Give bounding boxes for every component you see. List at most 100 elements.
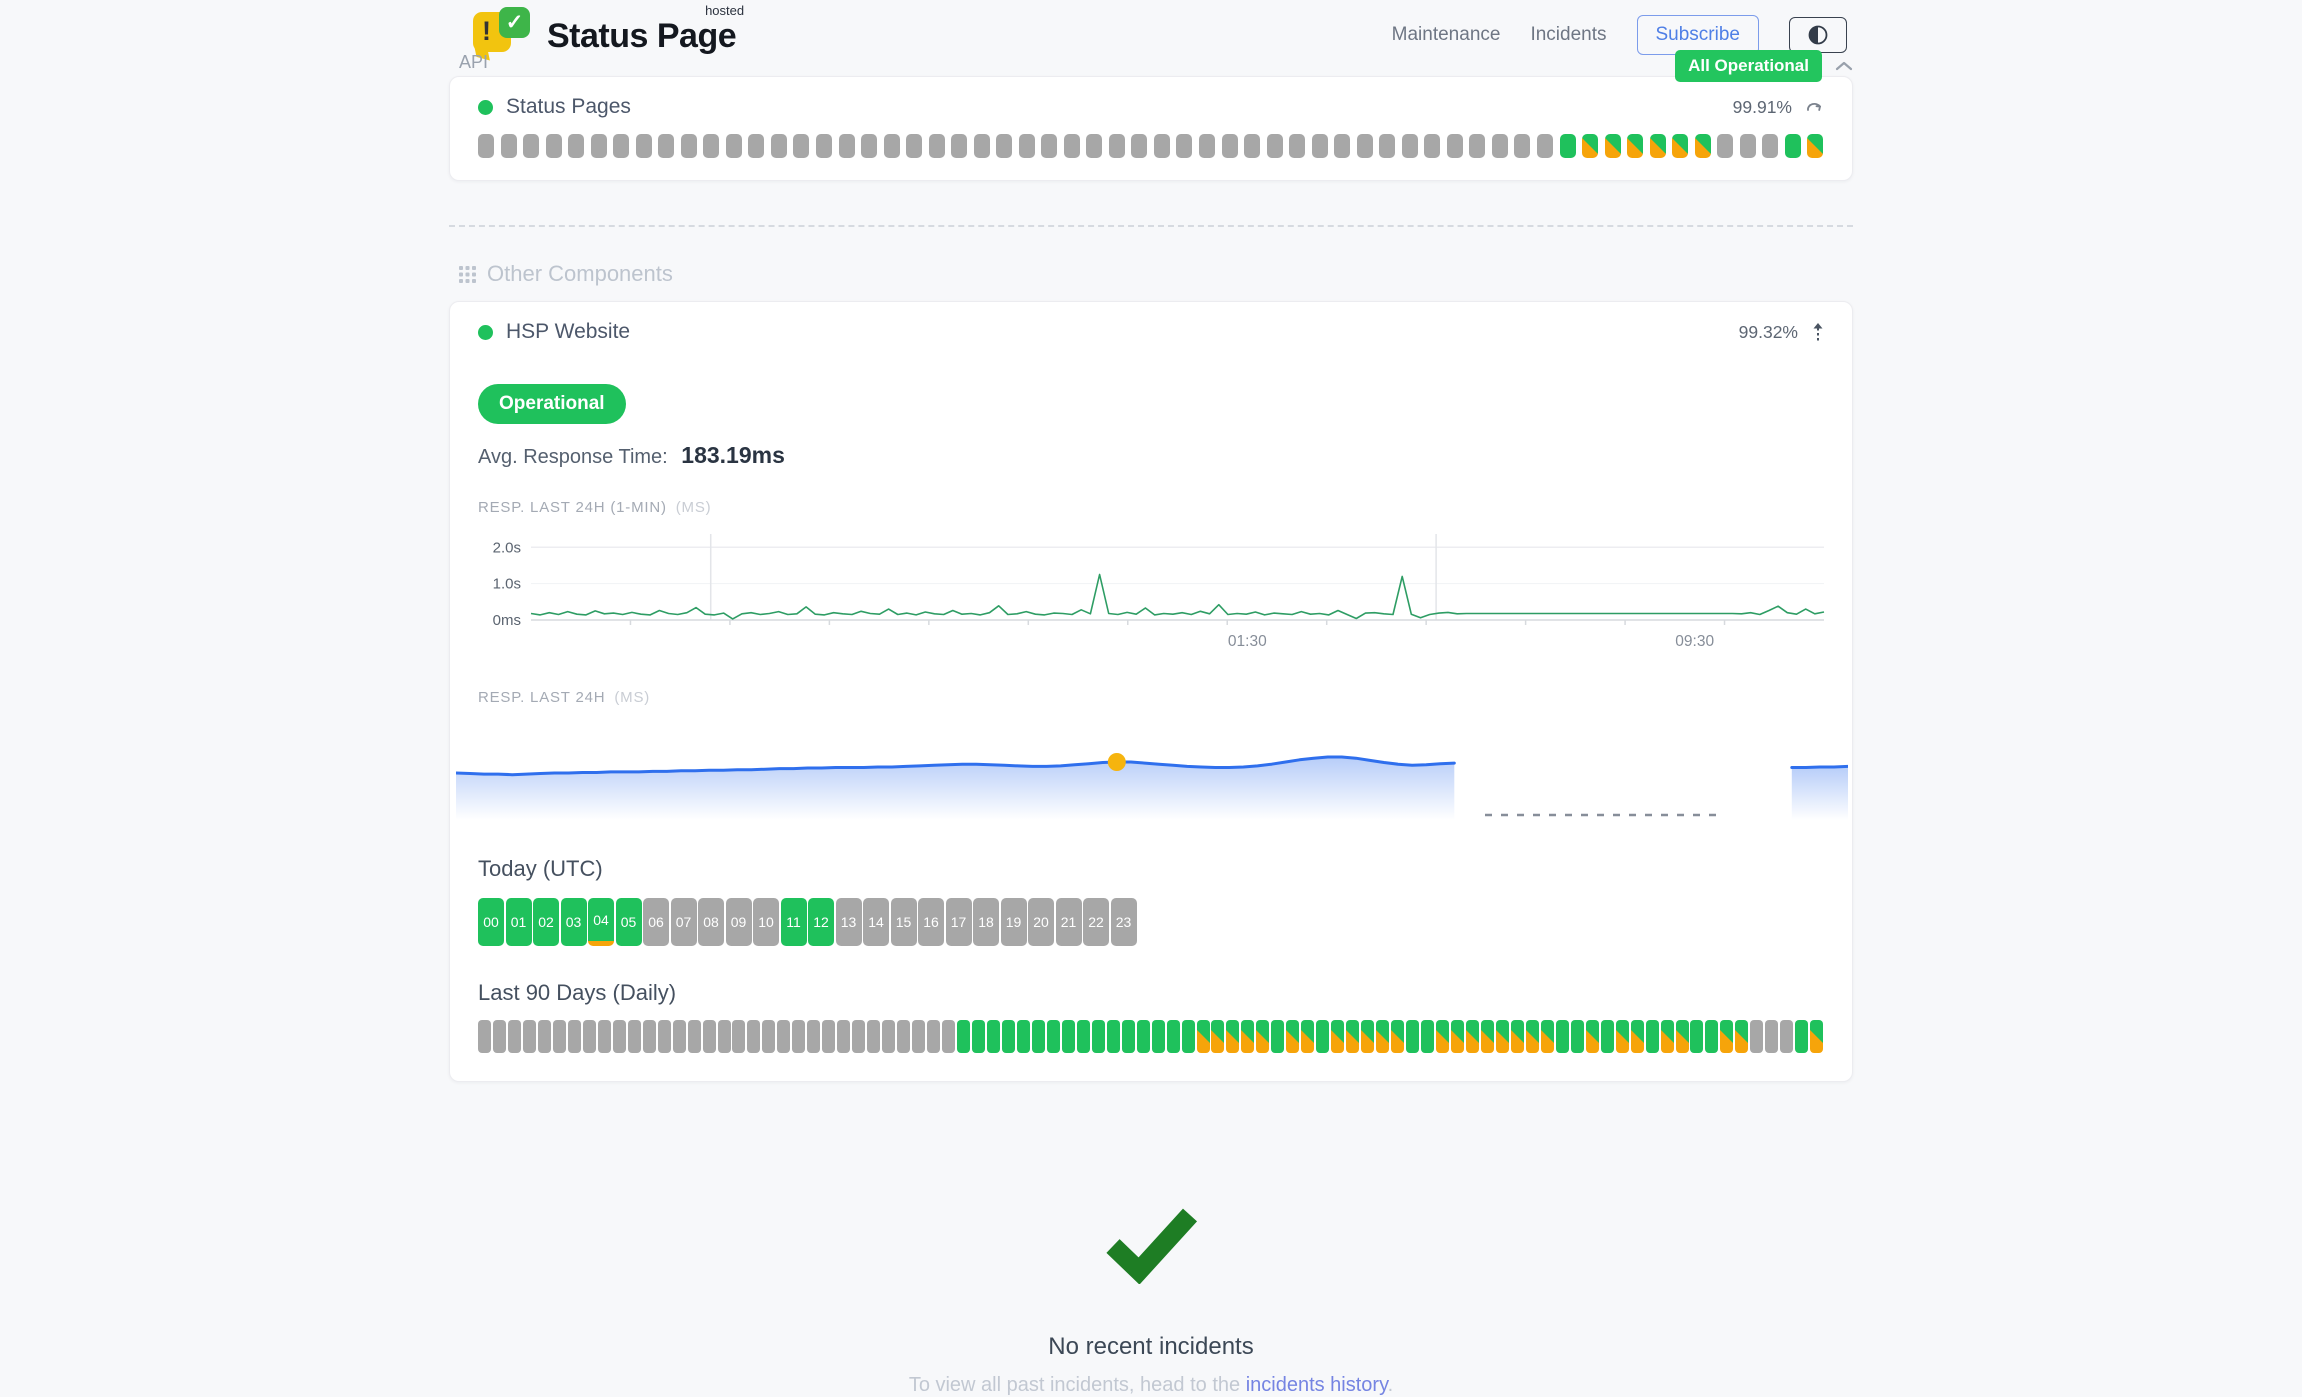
uptime-cell[interactable]	[636, 134, 652, 158]
nav-incidents-link[interactable]: Incidents	[1530, 24, 1606, 46]
uptime-cell[interactable]	[1514, 134, 1530, 158]
day-cell[interactable]	[1107, 1020, 1120, 1053]
uptime-cell[interactable]	[1537, 134, 1553, 158]
day-cell[interactable]	[1182, 1020, 1195, 1053]
hour-cell-06[interactable]: 06	[643, 898, 669, 946]
uptime-cell[interactable]	[1695, 134, 1711, 158]
day-cell[interactable]	[1571, 1020, 1584, 1053]
day-cell[interactable]	[1451, 1020, 1464, 1053]
day-cell[interactable]	[1152, 1020, 1165, 1053]
hour-cell-04[interactable]: 04	[588, 898, 614, 946]
day-cell[interactable]	[1541, 1020, 1554, 1053]
day-cell[interactable]	[1436, 1020, 1449, 1053]
uptime-cell[interactable]	[726, 134, 742, 158]
day-cell[interactable]	[1331, 1020, 1344, 1053]
day-cell[interactable]	[807, 1020, 820, 1053]
day-cell[interactable]	[1556, 1020, 1569, 1053]
uptime-cell[interactable]	[1244, 134, 1260, 158]
day-cell[interactable]	[1810, 1020, 1823, 1053]
incidents-history-link[interactable]: incidents history	[1246, 1374, 1388, 1396]
uptime-cell[interactable]	[703, 134, 719, 158]
day-cell[interactable]	[1421, 1020, 1434, 1053]
day-cell[interactable]	[1197, 1020, 1210, 1053]
day-cell[interactable]	[1720, 1020, 1733, 1053]
hour-cell-08[interactable]: 08	[698, 898, 724, 946]
uptime-cell[interactable]	[1334, 134, 1350, 158]
uptime-cell[interactable]	[1447, 134, 1463, 158]
day-cell[interactable]	[1017, 1020, 1030, 1053]
uptime-cell[interactable]	[613, 134, 629, 158]
day-cell[interactable]	[1780, 1020, 1793, 1053]
day-cell[interactable]	[1391, 1020, 1404, 1053]
day-cell[interactable]	[1361, 1020, 1374, 1053]
hour-cell-05[interactable]: 05	[616, 898, 642, 946]
subscribe-button[interactable]: Subscribe	[1637, 15, 1760, 55]
day-cell[interactable]	[792, 1020, 805, 1053]
uptime-cell[interactable]	[1492, 134, 1508, 158]
uptime-cell[interactable]	[1469, 134, 1485, 158]
hour-cell-17[interactable]: 17	[946, 898, 972, 946]
day-cell[interactable]	[1676, 1020, 1689, 1053]
day-cell[interactable]	[1316, 1020, 1329, 1053]
uptime-cell[interactable]	[748, 134, 764, 158]
day-cell[interactable]	[493, 1020, 506, 1053]
day-cell[interactable]	[1765, 1020, 1778, 1053]
uptime-cell[interactable]	[1627, 134, 1643, 158]
day-cell[interactable]	[957, 1020, 970, 1053]
uptime-cell[interactable]	[1357, 134, 1373, 158]
uptime-cell[interactable]	[1131, 134, 1147, 158]
day-cell[interactable]	[568, 1020, 581, 1053]
hour-cell-20[interactable]: 20	[1028, 898, 1054, 946]
day-cell[interactable]	[1271, 1020, 1284, 1053]
uptime-cell[interactable]	[1176, 134, 1192, 158]
uptime-cell[interactable]	[1379, 134, 1395, 158]
uptime-cell[interactable]	[929, 134, 945, 158]
chevron-up-icon[interactable]	[1835, 61, 1853, 71]
uptime-cell[interactable]	[839, 134, 855, 158]
day-cell[interactable]	[1092, 1020, 1105, 1053]
uptime-cell[interactable]	[996, 134, 1012, 158]
day-cell[interactable]	[703, 1020, 716, 1053]
collapse-arrow-up-icon[interactable]	[1812, 322, 1824, 343]
hour-cell-18[interactable]: 18	[973, 898, 999, 946]
nav-maintenance-link[interactable]: Maintenance	[1392, 24, 1501, 46]
day-cell[interactable]	[1601, 1020, 1614, 1053]
day-cell[interactable]	[1481, 1020, 1494, 1053]
uptime-cell[interactable]	[1086, 134, 1102, 158]
hour-cell-13[interactable]: 13	[836, 898, 862, 946]
day-cell[interactable]	[882, 1020, 895, 1053]
day-cell[interactable]	[598, 1020, 611, 1053]
uptime-cell[interactable]	[546, 134, 562, 158]
uptime-cell[interactable]	[1222, 134, 1238, 158]
uptime-cell[interactable]	[1064, 134, 1080, 158]
day-cell[interactable]	[553, 1020, 566, 1053]
day-cell[interactable]	[1705, 1020, 1718, 1053]
day-cell[interactable]	[987, 1020, 1000, 1053]
day-cell[interactable]	[732, 1020, 745, 1053]
day-cell[interactable]	[927, 1020, 940, 1053]
day-cell[interactable]	[1226, 1020, 1239, 1053]
uptime-cell[interactable]	[974, 134, 990, 158]
uptime-cell[interactable]	[1289, 134, 1305, 158]
uptime-cell[interactable]	[501, 134, 517, 158]
day-cell[interactable]	[673, 1020, 686, 1053]
day-cell[interactable]	[508, 1020, 521, 1053]
uptime-cell[interactable]	[523, 134, 539, 158]
hour-cell-23[interactable]: 23	[1111, 898, 1137, 946]
uptime-cell[interactable]	[1807, 134, 1823, 158]
hour-cell-11[interactable]: 11	[781, 898, 807, 946]
hour-cell-14[interactable]: 14	[863, 898, 889, 946]
day-cell[interactable]	[852, 1020, 865, 1053]
hour-cell-09[interactable]: 09	[726, 898, 752, 946]
day-cell[interactable]	[718, 1020, 731, 1053]
day-cell[interactable]	[1690, 1020, 1703, 1053]
day-cell[interactable]	[628, 1020, 641, 1053]
uptime-cell[interactable]	[1312, 134, 1328, 158]
day-cell[interactable]	[1586, 1020, 1599, 1053]
uptime-cell[interactable]	[658, 134, 674, 158]
uptime-cell[interactable]	[681, 134, 697, 158]
uptime-cell[interactable]	[1762, 134, 1778, 158]
day-cell[interactable]	[1346, 1020, 1359, 1053]
day-cell[interactable]	[1496, 1020, 1509, 1053]
day-cell[interactable]	[1301, 1020, 1314, 1053]
